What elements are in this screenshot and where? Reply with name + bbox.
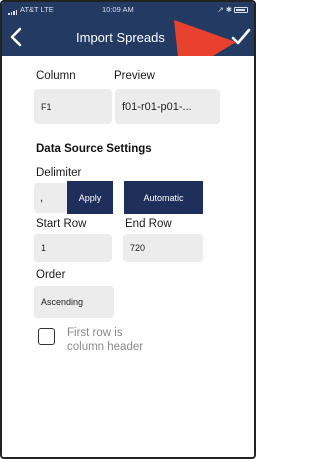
column-field[interactable]: F1 (34, 89, 112, 124)
status-icons: ↗ ✱ (217, 5, 232, 14)
order-label: Order (36, 269, 66, 281)
content-area: Column Preview F1 f01-r01-p01-... Data S… (2, 56, 254, 457)
battery-icon (234, 7, 248, 13)
header-checkbox-label-line1: First row is (67, 327, 123, 339)
preview-label: Preview (114, 70, 155, 82)
status-right: ↗ ✱ (217, 5, 248, 14)
order-select[interactable]: Ascending (34, 286, 114, 318)
start-row-field[interactable]: 1 (34, 234, 112, 262)
apply-button[interactable]: Apply (67, 181, 113, 214)
data-source-title: Data Source Settings (36, 143, 152, 155)
status-time: 10:09 AM (102, 5, 134, 14)
page-title: Import Spreads (76, 30, 165, 45)
carrier-text: AT&T LTE (20, 5, 54, 14)
end-row-field[interactable]: 720 (123, 234, 203, 262)
header-checkbox[interactable] (38, 328, 55, 345)
delimiter-label: Delimiter (36, 167, 82, 179)
signal-icon (8, 6, 18, 15)
automatic-button[interactable]: Automatic (124, 181, 203, 214)
phone-screen: AT&T LTE 10:09 AM ↗ ✱ Import Spreads Col… (0, 0, 256, 459)
carrier-indicator: AT&T LTE (8, 5, 54, 15)
chevron-left-icon[interactable] (8, 27, 26, 47)
status-bar: AT&T LTE 10:09 AM ↗ ✱ (2, 2, 254, 19)
header-checkbox-label-line2: column header (67, 341, 144, 353)
start-row-label: Start Row (36, 218, 87, 230)
preview-field: f01-r01-p01-... (115, 89, 220, 124)
settings-panel: Column Preview F1 f01-r01-p01-... Data S… (20, 56, 238, 457)
column-label: Column (36, 70, 76, 82)
end-row-label: End Row (125, 218, 172, 230)
